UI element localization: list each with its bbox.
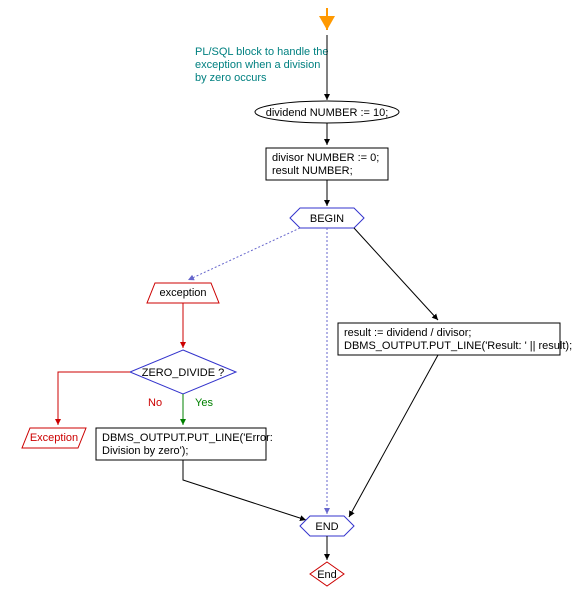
start-terminal-label: dividend NUMBER := 10; — [266, 107, 389, 119]
arrow-begin-to-main — [354, 228, 438, 320]
decision-yes-label: Yes — [195, 397, 213, 409]
begin-label: BEGIN — [310, 213, 344, 225]
arrow-output-to-end — [183, 460, 306, 520]
exception-result-label: Exception — [30, 432, 78, 444]
exception-label: exception — [159, 287, 206, 299]
caption-text: PL/SQL block to handle the exception whe… — [195, 46, 332, 84]
decision-label: ZERO_DIVIDE ? — [142, 367, 225, 379]
arrow-begin-to-exception — [188, 228, 300, 280]
final-end-label: End — [317, 569, 337, 581]
arrow-main-to-end — [349, 355, 438, 517]
end-label: END — [315, 521, 338, 533]
arrow-no-to-exception — [58, 372, 130, 425]
decision-no-label: No — [148, 397, 162, 409]
